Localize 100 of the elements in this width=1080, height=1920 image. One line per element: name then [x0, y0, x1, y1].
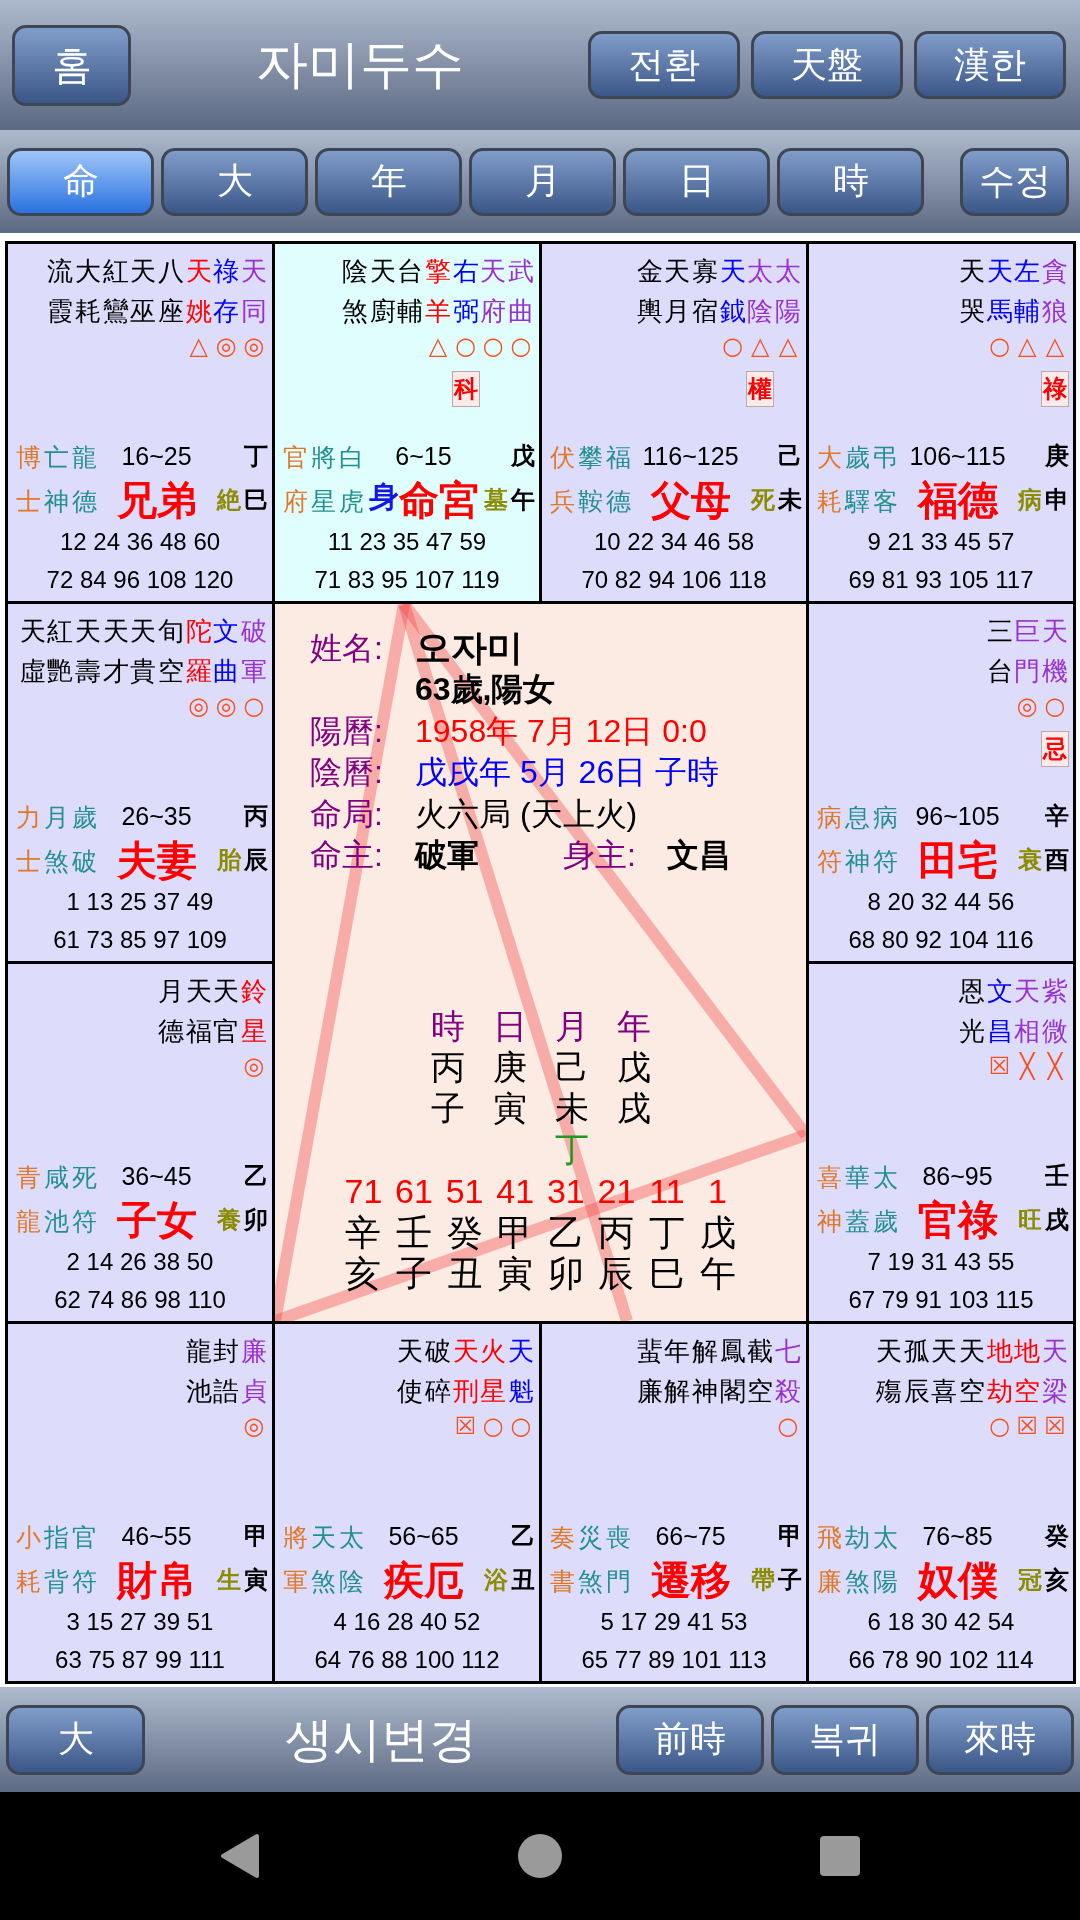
heavenly-stem: 癸 [1044, 1521, 1069, 1551]
brightness-mark: ○ [482, 331, 504, 361]
pillar-stem: 庚 [492, 1047, 527, 1088]
time-button[interactable]: 來時 [926, 1704, 1074, 1775]
toolbar-button[interactable]: 天盤 [751, 31, 903, 99]
star-name: 八座 [157, 255, 184, 328]
toolbar-button[interactable]: 전환 [588, 31, 740, 99]
minor-star-name: 將星 [311, 442, 336, 517]
palace-cell[interactable]: 三台 巨門 ◎ 天機 ○ 忌 病符 息神 病符 96~105 田宅 衰 辛 酉 8 20 32 44 56 68 80 92 104 116 [809, 604, 1073, 961]
decade-stem: 壬 [396, 1212, 432, 1253]
palace-cell[interactable]: 天哭 天馬 ○ 左輔 △ 貪狼 △ 祿 大耗 歲驛 弔客 106~115 福德 病 庚 申 9 21 33 45 57 69 81 93 105 117 [809, 244, 1073, 601]
home-button[interactable]: 홈 [12, 24, 131, 106]
info-value: 1958年 7月 12日 0:0 [415, 711, 707, 751]
palace-cell[interactable]: 天殤 孤辰 天喜 天空 地劫 ○ 地空 ☒ 天梁 ☒ 飛廉 劫煞 太陽 76~85 奴僕 冠 癸 亥 6 18 30 42 54 66 78 90 102 114 [809, 1324, 1073, 1681]
back-icon[interactable] [220, 1833, 260, 1879]
minor-star-name: 太陽 [873, 1522, 898, 1597]
brightness-mark: ╳ [1047, 1051, 1063, 1081]
palace-cell[interactable]: 天使 破碎 天刑 ☒ 火星 ○ 天魁 ○ 將軍 天煞 太陰 56~65 疾厄 浴 乙 丑 4 16 28 40 52 64 76 88 100 112 [275, 1324, 539, 1681]
age-range: 106~115 [909, 441, 1006, 471]
star-name: 流霞 [47, 255, 74, 328]
year-numbers: 7 19 31 43 55 [867, 1247, 1015, 1277]
brightness-mark: ☒ [1044, 1411, 1066, 1441]
decade-stem: 丁 [649, 1212, 685, 1253]
star-name: 天梁 [1042, 1335, 1068, 1408]
palace-cell[interactable]: 龍池 封誥 廉貞 ◎ 小耗 指背 官符 46~55 財帛 生 甲 寅 3 15 27 39 51 63 75 87 99 111 [8, 1324, 272, 1681]
info-label: 陽曆: [310, 711, 383, 751]
decade-branch: 卯 [547, 1253, 584, 1294]
time-button[interactable]: 前時 [616, 1704, 764, 1775]
minor-star-name: 劫煞 [845, 1522, 870, 1597]
decade-branch: 子 [396, 1253, 432, 1294]
brightness-mark: ○ [989, 331, 1011, 361]
brightness-mark: ○ [243, 691, 265, 721]
palace-cell[interactable]: 金輿 天月 寡宿 天鉞 ○ 太陰 △ 權 太陽 △ 伏兵 攀鞍 福德 116~125 父母 死 己 未 10 22 34 46 58 70 82 94 106 118 [542, 244, 806, 601]
earthly-branch: 巳 [243, 485, 268, 515]
star-name: 地劫 [986, 1335, 1013, 1408]
star-name: 鳳閣 [719, 1335, 746, 1408]
tab[interactable]: 大 [161, 147, 308, 216]
minor-star-name: 大耗 [817, 442, 842, 517]
time-button[interactable]: 복귀 [771, 1704, 919, 1775]
pillar-stem: 戊 [616, 1047, 651, 1088]
star-name: 破碎 [424, 1335, 451, 1408]
palace-name: 田宅 [917, 837, 998, 883]
year-numbers: 8 20 32 44 56 [867, 887, 1015, 917]
star-name: 天喜 [931, 1335, 958, 1408]
edit-button[interactable]: 수정 [960, 147, 1069, 216]
pillar-branch: 戌 [616, 1088, 651, 1129]
minor-star-name: 小耗 [16, 1522, 41, 1597]
decade-branch: 巳 [649, 1253, 685, 1294]
age-range: 36~45 [121, 1161, 192, 1191]
transformation-badge: 科 [451, 371, 480, 407]
star-name: 天殤 [875, 1335, 902, 1408]
palace-name: 遷移 [650, 1557, 731, 1603]
minor-star-name: 月煞 [44, 802, 69, 877]
tab[interactable]: 日 [623, 147, 770, 216]
master-label: 身主: [563, 836, 636, 876]
brightness-mark: ☒ [1016, 1411, 1039, 1441]
star-name: 鈴星 [241, 975, 267, 1048]
tab[interactable]: 命 [7, 147, 154, 216]
palace-cell[interactable]: 恩光 文昌 ☒ 天相 ╳ 紫微 ╳ 喜神 華蓋 太歲 86~95 官祿 旺 壬 戌 7 19 31 43 55 67 79 91 103 115 [809, 964, 1073, 1321]
year-numbers: 68 80 92 104 116 [848, 925, 1034, 955]
tab[interactable]: 時 [777, 147, 924, 216]
age-range: 16~25 [121, 441, 192, 471]
brightness-mark: ☒ [988, 1051, 1011, 1081]
toolbar-button[interactable]: 漢한 [914, 31, 1066, 99]
decade-branch: 丑 [446, 1253, 483, 1294]
palace-cell[interactable]: 蜚廉 年解 解神 鳳閣 截空 七殺 ○ 奏書 災煞 喪門 66~75 遷移 帶 甲 子 5 17 29 41 53 65 77 89 101 113 [542, 1324, 806, 1681]
minor-star-name: 喪門 [606, 1522, 631, 1597]
earthly-branch: 卯 [243, 1205, 268, 1235]
app-title: 자미두수 [255, 34, 464, 95]
brightness-mark: ○ [989, 1411, 1011, 1441]
star-name: 封誥 [213, 1335, 240, 1408]
life-stage: 墓 [483, 485, 508, 515]
star-name: 紫微 [1042, 975, 1068, 1048]
minor-star-name: 病符 [873, 802, 898, 877]
star-name: 龍池 [185, 1335, 212, 1408]
home-icon[interactable] [518, 1834, 562, 1878]
brightness-mark: ○ [510, 331, 532, 361]
brightness-mark: △ [1045, 331, 1065, 361]
life-stage: 絶 [216, 485, 241, 515]
star-name: 天才 [102, 615, 129, 688]
transformation-badge: 祿 [1041, 371, 1069, 407]
palace-cell[interactable]: 天虛 紅艷 天壽 天才 天貴 旬空 陀羅 ◎ 文曲 ◎ 破軍 ○ 力士 月煞 歲破 26~35 夫妻 胎 丙 辰 1 13 25 37 49 61 73 85 97 109 [8, 604, 272, 961]
age-range: 56~65 [388, 1521, 459, 1551]
minor-star-name: 白虎 [339, 442, 364, 517]
info-label: 命局: [310, 794, 383, 834]
palace-cell[interactable]: 月德 天福 天官 鈴星 ◎ 青龍 咸池 死符 36~45 子女 養 乙 卯 2 14 26 38 50 62 74 86 98 110 [8, 964, 272, 1321]
palace-cell[interactable]: 流霞 大耗 紅鸞 天巫 八座 天姚 △ 祿存 ◎ 天同 ◎ 博士 亡神 龍德 16~25 兄弟 絶 丁 巳 12 24 36 48 60 72 84 96 108 120 [8, 244, 272, 601]
tab[interactable]: 年 [315, 147, 462, 216]
life-stage: 衰 [1017, 845, 1042, 875]
age-range: 86~95 [922, 1161, 993, 1191]
age-range: 76~85 [922, 1521, 993, 1551]
brightness-mark: △ [778, 331, 798, 361]
tab[interactable]: 月 [469, 147, 616, 216]
decade-age: 51 [445, 1171, 484, 1212]
major-limit-button[interactable]: 大 [6, 1704, 145, 1775]
star-name: 武曲 [508, 255, 534, 328]
palace-name: 命宮 [398, 477, 479, 523]
star-name: 月德 [157, 975, 184, 1048]
minor-star-name: 奏書 [550, 1522, 575, 1597]
star-name: 寡宿 [691, 255, 718, 328]
